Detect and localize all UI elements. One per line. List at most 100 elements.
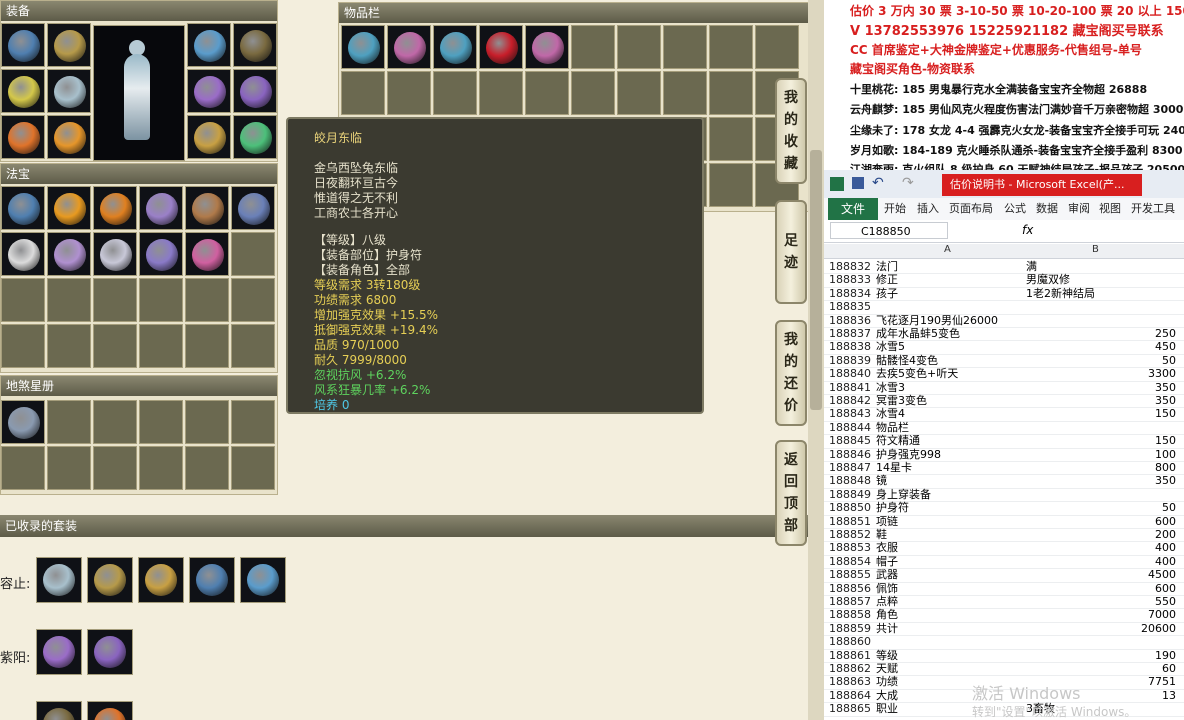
- cell-b[interactable]: 150: [1026, 407, 1176, 420]
- empty-slot[interactable]: [139, 324, 183, 368]
- item-slot[interactable]: [341, 25, 385, 69]
- cell-a[interactable]: 法门: [876, 260, 1024, 273]
- row-number[interactable]: 188854: [829, 555, 875, 568]
- ribbon-tab[interactable]: 数据: [1036, 198, 1058, 220]
- cell-b[interactable]: 800: [1026, 461, 1176, 474]
- cell-a[interactable]: 共计: [876, 622, 1024, 635]
- item-slot[interactable]: [93, 186, 137, 230]
- cell-a[interactable]: 点粹: [876, 595, 1024, 608]
- set-item-slot[interactable]: [87, 701, 133, 720]
- empty-slot[interactable]: [617, 71, 661, 115]
- sheet-row[interactable]: 188838 冰雪5 450: [824, 340, 1184, 355]
- cell-a[interactable]: 孩子: [876, 287, 1024, 300]
- item-slot[interactable]: [1, 232, 45, 276]
- redo-icon[interactable]: ↷: [902, 175, 914, 191]
- empty-slot[interactable]: [1, 278, 45, 322]
- empty-slot[interactable]: [1, 324, 45, 368]
- row-number[interactable]: 188839: [829, 354, 875, 367]
- empty-slot[interactable]: [185, 324, 229, 368]
- empty-slot[interactable]: [231, 232, 275, 276]
- empty-slot[interactable]: [47, 324, 91, 368]
- sheet-row[interactable]: 188844 物品栏: [824, 421, 1184, 436]
- row-number[interactable]: 188861: [829, 649, 875, 662]
- sheet-row[interactable]: 188837 成年水晶蚌5变色 250: [824, 327, 1184, 342]
- item-slot[interactable]: [1, 115, 45, 159]
- cell-b[interactable]: 满: [1026, 260, 1176, 273]
- empty-slot[interactable]: [185, 400, 229, 444]
- cell-b[interactable]: 450: [1026, 340, 1176, 353]
- empty-slot[interactable]: [571, 71, 615, 115]
- empty-slot[interactable]: [231, 324, 275, 368]
- row-number[interactable]: 188859: [829, 622, 875, 635]
- sheet-row[interactable]: 188845 符文精通 150: [824, 434, 1184, 449]
- row-number[interactable]: 188833: [829, 273, 875, 286]
- empty-slot[interactable]: [231, 278, 275, 322]
- my-favorites-button[interactable]: 我的收藏: [775, 78, 807, 184]
- cell-a[interactable]: 身上穿装备: [876, 488, 1024, 501]
- cell-a[interactable]: 冰雪5: [876, 340, 1024, 353]
- cell-a[interactable]: 修正: [876, 273, 1024, 286]
- empty-slot[interactable]: [231, 446, 275, 490]
- sheet-row[interactable]: 188856 佩饰 600: [824, 582, 1184, 596]
- row-number[interactable]: 188848: [829, 474, 875, 487]
- empty-slot[interactable]: [93, 324, 137, 368]
- sheet-row[interactable]: 188832 法门满: [824, 260, 1184, 275]
- cell-a[interactable]: 角色: [876, 608, 1024, 621]
- empty-slot[interactable]: [139, 278, 183, 322]
- empty-slot[interactable]: [571, 25, 615, 69]
- empty-slot[interactable]: [709, 71, 753, 115]
- row-number[interactable]: 188842: [829, 394, 875, 407]
- column-header-b[interactable]: B: [1092, 244, 1099, 255]
- item-slot[interactable]: [233, 115, 277, 159]
- empty-slot[interactable]: [709, 117, 753, 161]
- cell-b[interactable]: 400: [1026, 541, 1176, 554]
- item-slot[interactable]: [231, 186, 275, 230]
- ribbon-tab[interactable]: 审阅: [1068, 198, 1090, 220]
- set-item-slot[interactable]: [138, 557, 184, 603]
- empty-slot[interactable]: [47, 400, 91, 444]
- row-number[interactable]: 188852: [829, 528, 875, 541]
- row-number[interactable]: 188844: [829, 421, 875, 434]
- empty-slot[interactable]: [617, 25, 661, 69]
- empty-slot[interactable]: [341, 71, 385, 115]
- row-number[interactable]: 188847: [829, 461, 875, 474]
- cell-a[interactable]: 帽子: [876, 555, 1024, 568]
- sheet-row[interactable]: 188849 身上穿装备: [824, 488, 1184, 503]
- item-slot[interactable]: [1, 23, 45, 67]
- empty-slot[interactable]: [387, 71, 431, 115]
- empty-slot[interactable]: [479, 71, 523, 115]
- sheet-row[interactable]: 188842 冥雷3变色 350: [824, 394, 1184, 409]
- item-slot[interactable]: [93, 232, 137, 276]
- item-slot[interactable]: [139, 186, 183, 230]
- ribbon-tab[interactable]: 视图: [1099, 198, 1121, 220]
- empty-slot[interactable]: [663, 71, 707, 115]
- sheet-row[interactable]: 188862 天赋 60: [824, 662, 1184, 677]
- cell-b[interactable]: 350: [1026, 474, 1176, 487]
- row-number[interactable]: 188832: [829, 260, 875, 273]
- item-slot[interactable]: [479, 25, 523, 69]
- item-slot[interactable]: [525, 25, 569, 69]
- sheet-row[interactable]: 188858 角色 7000: [824, 608, 1184, 623]
- empty-slot[interactable]: [139, 400, 183, 444]
- sheet-row[interactable]: 188846 护身强克998 100: [824, 448, 1184, 462]
- row-number[interactable]: 188837: [829, 327, 875, 340]
- empty-slot[interactable]: [525, 71, 569, 115]
- cell-a[interactable]: 符文精通: [876, 434, 1024, 447]
- empty-slot[interactable]: [93, 278, 137, 322]
- cell-b[interactable]: 550: [1026, 595, 1176, 608]
- item-slot[interactable]: [387, 25, 431, 69]
- fx-icon[interactable]: fx: [1022, 223, 1033, 237]
- set-item-slot[interactable]: [240, 557, 286, 603]
- empty-slot[interactable]: [231, 400, 275, 444]
- cell-b[interactable]: 60: [1026, 662, 1176, 675]
- empty-slot[interactable]: [755, 25, 799, 69]
- cell-a[interactable]: 14星卡: [876, 461, 1024, 474]
- cell-b[interactable]: 350: [1026, 394, 1176, 407]
- ribbon-tab[interactable]: 开发工具: [1131, 198, 1175, 220]
- sheet-row[interactable]: 188854 帽子 400: [824, 555, 1184, 570]
- sheet-row[interactable]: 188850 护身符 50: [824, 501, 1184, 516]
- sheet-row[interactable]: 188853 衣服 400: [824, 541, 1184, 556]
- set-item-slot[interactable]: [87, 629, 133, 675]
- item-slot[interactable]: [47, 115, 91, 159]
- empty-slot[interactable]: [185, 446, 229, 490]
